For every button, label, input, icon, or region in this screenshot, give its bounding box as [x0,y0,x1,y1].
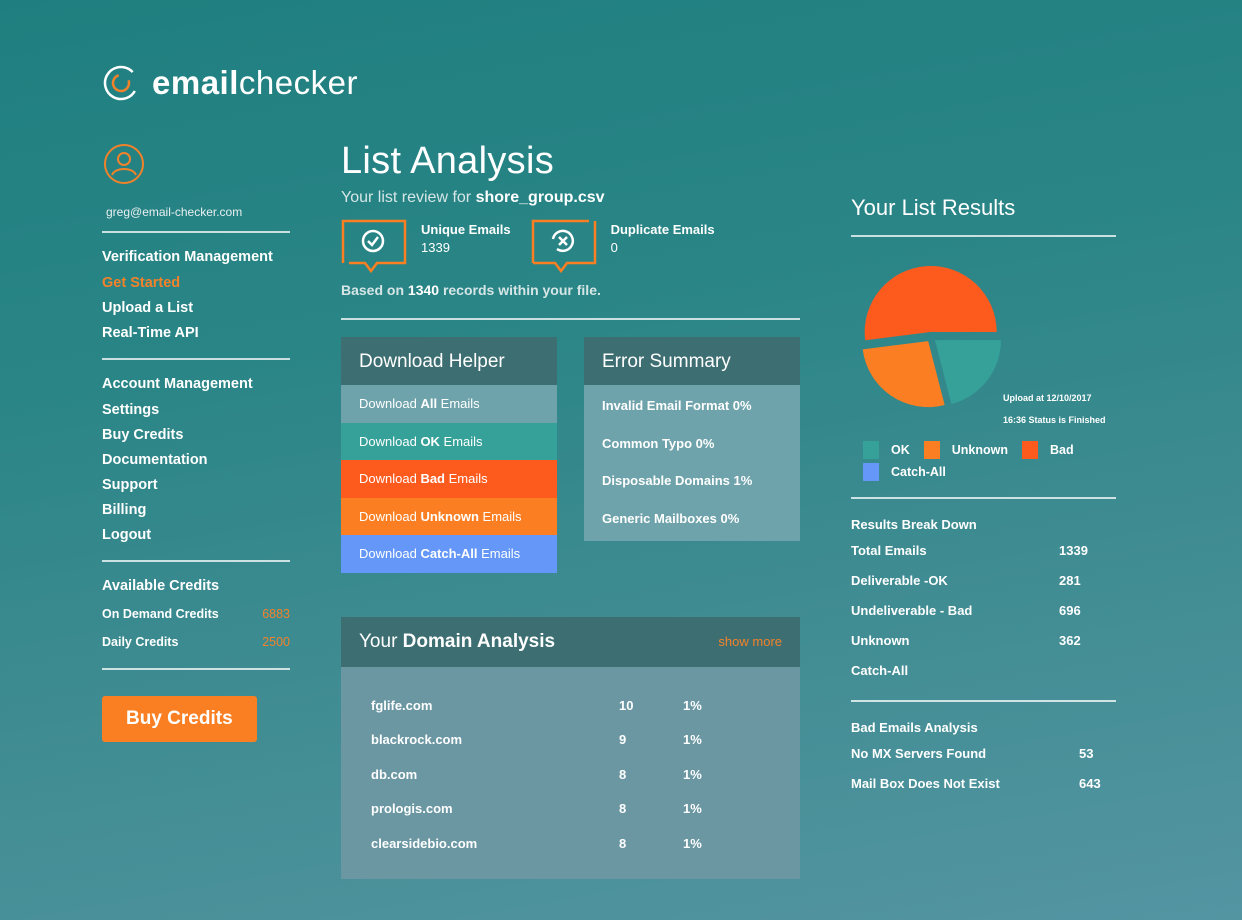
filename: shore_group.csv [475,189,605,206]
stat-unique-emails: Unique Emails 1339 [341,219,511,274]
credit-value: 6883 [262,607,290,621]
bad-analysis-row: No MX Servers Found 53 [851,746,1094,761]
divider [102,668,290,670]
user-email: greg@email-checker.com [106,205,243,219]
breakdown-title: Results Break Down [851,517,977,532]
domain-row: clearsidebio.com 8 1% [371,835,702,851]
breakdown-row: Undeliverable - Bad 696 [851,603,1081,618]
results-title: Your List Results [851,195,1016,220]
panel-title: Error Summary [584,337,800,385]
panel-title: Your Domain Analysis [359,630,556,652]
error-item: Generic Mailboxes 0% [602,510,740,526]
logo[interactable]: emailchecker [102,64,358,102]
nav-documentation[interactable]: Documentation [102,448,290,473]
domain-analysis-panel: Your Domain Analysis show more fglife.co… [341,616,800,879]
nav-buy-credits[interactable]: Buy Credits [102,423,290,448]
error-item: Common Typo 0% [602,435,715,451]
error-item: Invalid Email Format 0% [602,398,752,413]
download-all-button[interactable]: Download All Emails [341,385,557,423]
nav-get-started[interactable]: Get Started [102,271,290,296]
domain-row: prologis.com 8 1% [371,801,702,816]
legend-item-bad: Bad [1022,439,1074,461]
domain-row: db.com 8 1% [371,766,702,782]
download-ok-button[interactable]: Download OK Emails [341,422,557,460]
user-avatar-icon[interactable] [102,142,146,186]
section-title-verification: Verification Management [102,249,273,265]
divider [851,497,1116,499]
divider [341,318,800,320]
sidebar: greg@email-checker.com Verification Mana… [102,142,290,742]
show-more-link[interactable]: show more [718,634,782,649]
legend-swatch [863,441,879,459]
stat-label: Duplicate Emails [610,222,715,237]
section-title-account: Account Management [102,376,253,392]
breakdown-row: Deliverable -OK 281 [851,573,1081,588]
section-title-credits: Available Credits [102,578,220,594]
error-summary-panel: Error Summary Invalid Email Format 0% Co… [584,337,800,573]
legend-item-catch-all: Catch-All [863,461,946,483]
divider [102,560,290,562]
bad-analysis-title: Bad Emails Analysis [851,720,978,735]
breakdown-row: Unknown 362 [851,633,1081,648]
legend-swatch [863,463,879,481]
credit-value: 2500 [262,635,290,649]
stat-value: 1339 [421,240,450,255]
main-content: List Analysis Your list review for shore… [341,140,800,879]
credit-label: Daily Credits [102,635,179,649]
pie-slice-unknown [862,341,945,408]
list-results: Your List Results Upload at 12/10/2017 1… [851,195,1116,799]
breakdown-row: Catch-All [851,663,909,678]
credit-label: On Demand Credits [102,607,219,621]
results-pie-chart [862,266,1001,408]
divider [102,231,290,233]
nav-realtime-api[interactable]: Real-Time API [102,321,290,346]
records-summary: Based on 1340 records within your file. [341,282,601,298]
upload-info: Upload at 12/10/2017 16:36 Status is Fin… [1003,393,1106,425]
nav-billing[interactable]: Billing [102,498,290,523]
divider [102,358,290,360]
nav-upload-list[interactable]: Upload a List [102,296,290,321]
download-bad-button[interactable]: Download Bad Emails [341,460,557,498]
list-subtitle: Your list review for shore_group.csv [341,189,605,206]
page-title: List Analysis [341,140,554,182]
nav-settings[interactable]: Settings [102,398,290,423]
domain-row: blackrock.com 9 1% [371,732,702,747]
pie-slice-bad [864,266,997,341]
stats-row: Unique Emails 1339 Duplicate Emails 0 [341,219,800,274]
check-circle-icon [341,219,407,274]
legend-swatch [1022,441,1038,459]
download-unknown-button[interactable]: Download Unknown Emails [341,497,557,535]
x-circle-icon [531,219,596,274]
pie-slice-ok [934,340,1001,404]
domain-row: fglife.com 10 1% [371,697,702,713]
legend-item-ok: OK [863,439,910,461]
chart-legend: OK Unknown Bad Catch-All [863,439,1113,483]
stat-duplicate-emails: Duplicate Emails 0 [531,219,715,274]
error-item: Disposable Domains 1% [602,473,753,488]
legend-item-unknown: Unknown [923,439,1008,461]
panel-title: Download Helper [341,337,557,385]
buy-credits-button[interactable]: Buy Credits [102,696,257,742]
nav-logout[interactable]: Logout [102,523,290,548]
logo-at-icon [103,65,139,101]
download-helper-panel: Download Helper Download All Emails Down… [341,337,557,573]
breakdown-row: Total Emails 1339 [851,543,1088,558]
nav-support[interactable]: Support [102,473,290,498]
credit-row-daily: Daily Credits 2500 [102,628,290,656]
stat-label: Unique Emails [421,222,511,237]
divider [851,700,1116,702]
stat-value: 0 [610,240,618,255]
download-catch-all-button[interactable]: Download Catch-All Emails [341,535,557,573]
bad-analysis-row: Mail Box Does Not Exist 643 [851,776,1101,791]
legend-swatch [923,441,940,459]
logo-text: emailchecker [152,64,358,101]
credit-row-on-demand: On Demand Credits 6883 [102,600,290,628]
